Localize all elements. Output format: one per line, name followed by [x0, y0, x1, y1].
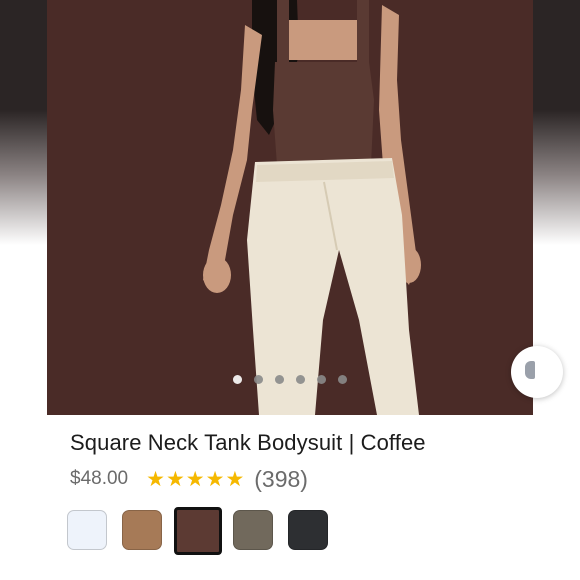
color-swatch[interactable]: [233, 510, 273, 550]
carousel-dot[interactable]: [296, 375, 305, 384]
product-title: Square Neck Tank Bodysuit | Coffee: [70, 430, 426, 455]
star-rating[interactable]: ★ ★ ★ ★ ★: [146, 469, 244, 490]
price-rating-row: $48.00 ★ ★ ★ ★ ★ (398): [70, 464, 308, 494]
model-photo: [47, 0, 533, 415]
product-image[interactable]: [47, 0, 533, 415]
color-swatch[interactable]: [288, 510, 328, 550]
carousel-dot[interactable]: [233, 375, 242, 384]
hanger-icon: [525, 361, 535, 379]
carousel-dot[interactable]: [275, 375, 284, 384]
color-swatch-selected[interactable]: [174, 507, 222, 555]
carousel-dot[interactable]: [338, 375, 347, 384]
carousel-dot[interactable]: [317, 375, 326, 384]
product-price: $48.00: [70, 468, 129, 489]
star-icon: ★: [185, 467, 205, 491]
review-count[interactable]: (398): [254, 466, 308, 493]
color-swatch[interactable]: [67, 510, 107, 550]
star-icon: ★: [225, 467, 245, 491]
carousel-indicators: [47, 375, 533, 387]
hanger-button[interactable]: [511, 346, 563, 398]
carousel-dot[interactable]: [254, 375, 263, 384]
star-icon: ★: [165, 467, 185, 491]
star-icon: ★: [205, 467, 225, 491]
color-swatch[interactable]: [122, 510, 162, 550]
star-icon: ★: [146, 467, 165, 491]
